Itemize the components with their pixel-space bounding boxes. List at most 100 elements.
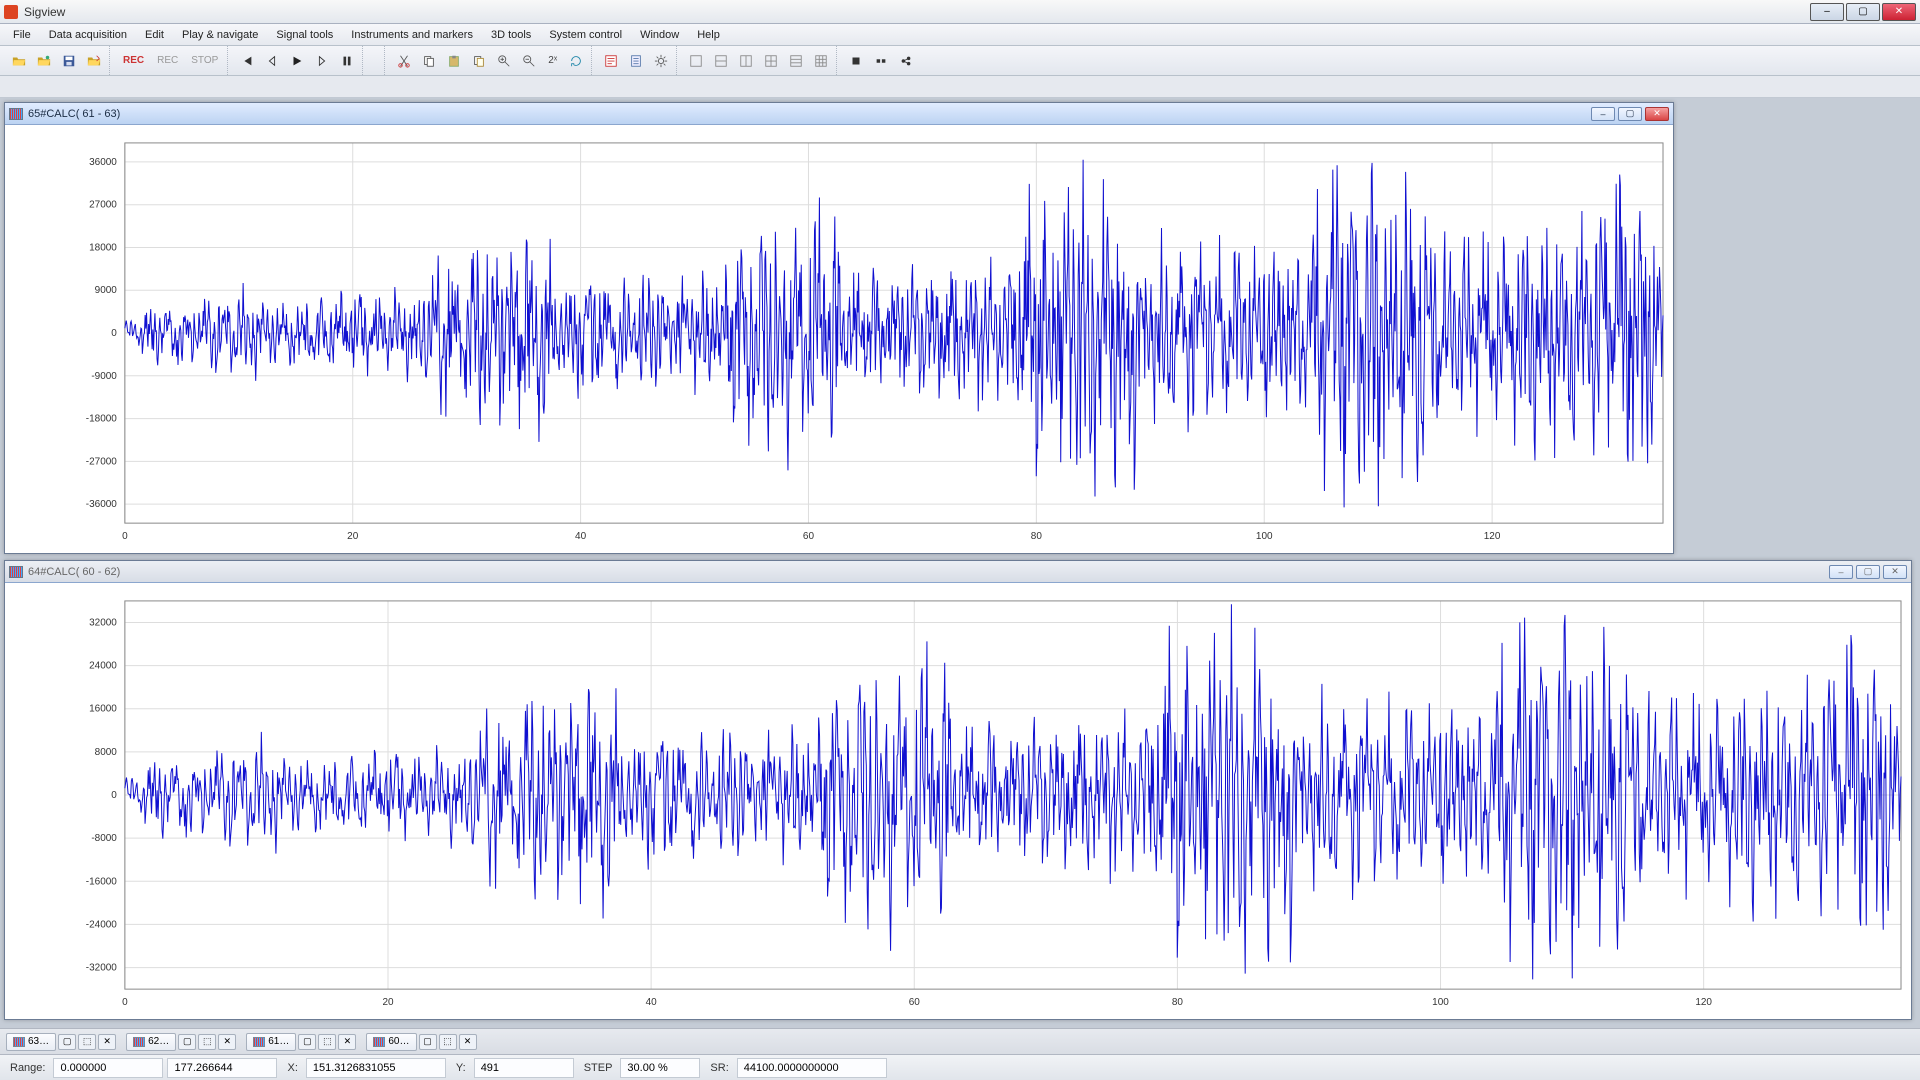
- tab-close-button[interactable]: ✕: [98, 1034, 116, 1050]
- signal-icon: [373, 1037, 385, 1047]
- cut-icon[interactable]: [393, 50, 415, 72]
- copy-alt-icon[interactable]: [468, 50, 490, 72]
- step-back-icon[interactable]: [261, 50, 283, 72]
- signal-icon: [9, 566, 23, 578]
- open-alt-icon[interactable]: [33, 50, 55, 72]
- open-icon[interactable]: [8, 50, 30, 72]
- maximize-button[interactable]: ▢: [1846, 3, 1880, 21]
- mdi-tab-63[interactable]: 63…: [6, 1033, 56, 1051]
- child-minimize-button[interactable]: –: [1591, 107, 1615, 121]
- mdi-tab-60[interactable]: 60…: [366, 1033, 416, 1051]
- signal-icon: [253, 1037, 265, 1047]
- menu-instruments-markers[interactable]: Instruments and markers: [342, 26, 482, 44]
- play-icon[interactable]: [286, 50, 308, 72]
- status-range-to: 177.266644: [167, 1058, 277, 1078]
- svg-text:0: 0: [111, 790, 117, 801]
- menu-file[interactable]: File: [4, 26, 40, 44]
- svg-text:-18000: -18000: [86, 414, 118, 425]
- svg-text:-8000: -8000: [91, 833, 117, 844]
- signal-icon: [9, 108, 23, 120]
- open-folder-icon[interactable]: [83, 50, 105, 72]
- tab-close-button[interactable]: ✕: [338, 1034, 356, 1050]
- tab-restore-button[interactable]: ▢: [298, 1034, 316, 1050]
- child-minimize-button[interactable]: –: [1829, 565, 1853, 579]
- layout6-icon[interactable]: [810, 50, 832, 72]
- stop-record-icon[interactable]: STOP: [186, 50, 223, 72]
- zoom-out-icon[interactable]: [518, 50, 540, 72]
- svg-text:120: 120: [1484, 531, 1501, 542]
- status-step-label: STEP: [574, 1062, 617, 1074]
- mdi-tab-strip: 63… ▢ ⬚ ✕ 62… ▢ ⬚ ✕ 61… ▢ ⬚ ✕ 60… ▢ ⬚ ✕: [0, 1028, 1920, 1054]
- tab-restore-button[interactable]: ▢: [58, 1034, 76, 1050]
- signal-window-65: 65#CALC( 61 - 63) – ▢ ✕ 020406080100120-…: [4, 102, 1674, 554]
- minimize-button[interactable]: –: [1810, 3, 1844, 21]
- child-maximize-button[interactable]: ▢: [1618, 107, 1642, 121]
- svg-text:40: 40: [646, 997, 658, 1008]
- menu-data-acquisition[interactable]: Data acquisition: [40, 26, 136, 44]
- tab-close-button[interactable]: ✕: [218, 1034, 236, 1050]
- record-alt-icon[interactable]: REC: [152, 50, 183, 72]
- window-header[interactable]: 65#CALC( 61 - 63) – ▢ ✕: [5, 103, 1673, 125]
- menu-window[interactable]: Window: [631, 26, 688, 44]
- tab-maximize-button[interactable]: ⬚: [78, 1034, 96, 1050]
- plot-area[interactable]: 020406080100120-36000-27000-18000-900009…: [5, 125, 1673, 553]
- status-sr-value: 44100.0000000000: [737, 1058, 887, 1078]
- menu-system-control[interactable]: System control: [540, 26, 631, 44]
- svg-text:27000: 27000: [89, 200, 117, 211]
- save-icon[interactable]: [58, 50, 80, 72]
- svg-text:8000: 8000: [95, 747, 118, 758]
- child-maximize-button[interactable]: ▢: [1856, 565, 1880, 579]
- tab-maximize-button[interactable]: ⬚: [318, 1034, 336, 1050]
- layout4-icon[interactable]: [760, 50, 782, 72]
- mdi-tab-62[interactable]: 62…: [126, 1033, 176, 1051]
- record-icon[interactable]: REC: [118, 50, 149, 72]
- tab-close-button[interactable]: ✕: [459, 1034, 477, 1050]
- zoom-2x-icon[interactable]: 2ˣ: [543, 50, 562, 72]
- plot-area[interactable]: 020406080100120-32000-24000-16000-800008…: [5, 583, 1911, 1019]
- analyze1-icon[interactable]: [845, 50, 867, 72]
- mdi-tab-61[interactable]: 61…: [246, 1033, 296, 1051]
- window-controls: – ▢ ✕: [1810, 3, 1916, 21]
- menu-3d-tools[interactable]: 3D tools: [482, 26, 540, 44]
- analyze3-icon[interactable]: [895, 50, 917, 72]
- svg-text:20: 20: [347, 531, 359, 542]
- paste-icon[interactable]: [443, 50, 465, 72]
- svg-text:80: 80: [1031, 531, 1043, 542]
- status-range-label: Range:: [0, 1062, 49, 1074]
- settings-icon[interactable]: [650, 50, 672, 72]
- menu-signal-tools[interactable]: Signal tools: [267, 26, 342, 44]
- tab-restore-button[interactable]: ▢: [419, 1034, 437, 1050]
- close-button[interactable]: ✕: [1882, 3, 1916, 21]
- skip-start-icon[interactable]: [236, 50, 258, 72]
- menu-help[interactable]: Help: [688, 26, 729, 44]
- tab-restore-button[interactable]: ▢: [178, 1034, 196, 1050]
- status-y-value: 491: [474, 1058, 574, 1078]
- menu-edit[interactable]: Edit: [136, 26, 173, 44]
- copy-icon[interactable]: [418, 50, 440, 72]
- menu-play-navigate[interactable]: Play & navigate: [173, 26, 267, 44]
- child-close-button[interactable]: ✕: [1883, 565, 1907, 579]
- properties-icon[interactable]: [600, 50, 622, 72]
- menubar: File Data acquisition Edit Play & naviga…: [0, 24, 1920, 46]
- analyze2-icon[interactable]: [870, 50, 892, 72]
- step-forward-icon[interactable]: [311, 50, 333, 72]
- status-bar: Range: 0.000000 177.266644 X: 151.312683…: [0, 1054, 1920, 1080]
- tab-maximize-button[interactable]: ⬚: [439, 1034, 457, 1050]
- layout3-icon[interactable]: [735, 50, 757, 72]
- svg-text:-32000: -32000: [86, 963, 118, 974]
- pause-icon[interactable]: [336, 50, 358, 72]
- child-close-button[interactable]: ✕: [1645, 107, 1669, 121]
- svg-text:-36000: -36000: [86, 499, 118, 510]
- svg-text:9000: 9000: [95, 285, 118, 296]
- zoom-in-icon[interactable]: [493, 50, 515, 72]
- svg-text:60: 60: [909, 997, 921, 1008]
- toolbar: REC REC STOP 2ˣ: [0, 46, 1920, 76]
- layout1-icon[interactable]: [685, 50, 707, 72]
- refresh-icon[interactable]: [565, 50, 587, 72]
- tab-maximize-button[interactable]: ⬚: [198, 1034, 216, 1050]
- layout2-icon[interactable]: [710, 50, 732, 72]
- calc-tool-icon[interactable]: [625, 50, 647, 72]
- layout5-icon[interactable]: [785, 50, 807, 72]
- svg-text:0: 0: [122, 531, 128, 542]
- window-header[interactable]: 64#CALC( 60 - 62) – ▢ ✕: [5, 561, 1911, 583]
